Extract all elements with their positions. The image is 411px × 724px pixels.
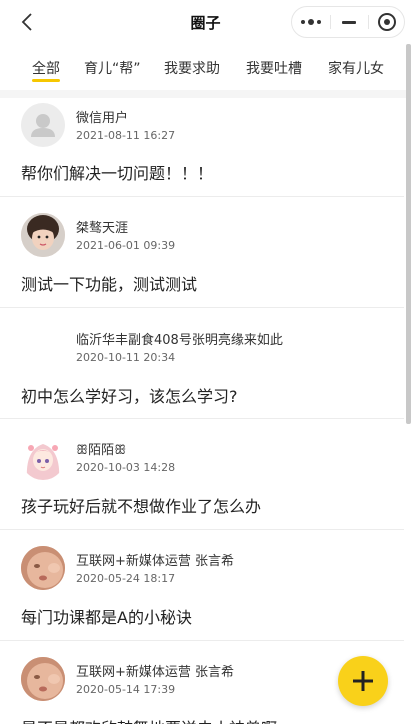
navigation-bar: 圈子 [0, 0, 411, 44]
post-username: 微信用户 [76, 111, 129, 126]
tab-ask-for-help[interactable]: 我要求助 [164, 58, 220, 78]
post-item[interactable]: 互联网+新媒体运营 张言希 2020-05-24 18:17 每门功课都是A的小… [0, 530, 404, 641]
tab-parenting-help[interactable]: 育儿“帮” [84, 58, 141, 78]
more-dots-icon [301, 19, 321, 25]
post-time: 2021-06-01 09:39 [76, 239, 176, 252]
post-username: 桀骜天涯 [76, 221, 129, 236]
minimize-icon [342, 20, 356, 24]
post-content: 测试一下功能，测试测试 [21, 275, 198, 294]
baby-face-avatar [21, 657, 65, 701]
post-content: 是不是都欢欣鼓舞地要送去小神兽啊 [21, 715, 277, 724]
post-content: 每门功课都是A的小秘诀 [21, 608, 192, 627]
post-content: 初中怎么学好习，该怎么学习? [21, 387, 238, 406]
anime-girl-avatar [21, 436, 65, 480]
post-item[interactable]: ꕥ陌陌ꕥ 2020-10-03 14:28 孩子玩好后就不想做作业了怎么办 [0, 419, 404, 530]
minimize-button[interactable] [330, 7, 368, 37]
post-time: 2020-05-14 17:39 [76, 683, 176, 696]
post-username: 互联网+新媒体运营 张言希 [76, 554, 235, 569]
post-item[interactable]: 临沂华丰副食408号张明亮缘来如此 2020-10-11 20:34 初中怎么学… [0, 308, 404, 419]
tab-label: 家有儿女 [328, 61, 384, 77]
tab-children[interactable]: 家有儿女 [328, 58, 384, 78]
close-target-icon [378, 13, 396, 31]
plus-icon [353, 671, 373, 691]
post-username: 临沂华丰副食408号张明亮缘来如此 [76, 333, 283, 348]
post-time: 2020-10-03 14:28 [76, 461, 176, 474]
tabs-divider [0, 90, 411, 98]
close-button[interactable] [368, 7, 406, 37]
tab-all[interactable]: 全部 [32, 58, 60, 82]
tab-complain[interactable]: 我要吐槽 [246, 58, 302, 78]
baby-face-avatar [21, 546, 65, 590]
tab-label: 全部 [32, 61, 60, 77]
post-content: 帮你们解决一切问题！！！ [21, 164, 214, 183]
scrollbar[interactable] [406, 44, 411, 424]
post-time: 2020-05-24 18:17 [76, 572, 176, 585]
mini-program-capsule [291, 6, 405, 38]
post-time: 2021-08-11 16:27 [76, 129, 176, 142]
post-item[interactable]: 微信用户 2021-08-11 16:27 帮你们解决一切问题！！！ [0, 98, 404, 197]
post-time: 2020-10-11 20:34 [76, 351, 176, 364]
tab-label: 我要吐槽 [246, 61, 302, 77]
post-username: ꕥ陌陌ꕥ [76, 443, 127, 458]
blank-avatar [21, 324, 65, 368]
tab-label: 我要求助 [164, 61, 220, 77]
add-post-button[interactable] [338, 656, 388, 706]
category-tabs: 全部 育儿“帮” 我要求助 我要吐槽 家有儿女 [0, 44, 411, 90]
post-item[interactable]: 桀骜天涯 2021-06-01 09:39 测试一下功能，测试测试 [0, 197, 404, 308]
active-tab-indicator [32, 79, 60, 82]
girl-photo-avatar [21, 213, 65, 257]
post-username: 互联网+新媒体运营 张言希 [76, 665, 235, 680]
tab-label: 育儿“帮” [84, 61, 141, 77]
default-avatar-icon [21, 103, 65, 147]
post-content: 孩子玩好后就不想做作业了怎么办 [21, 497, 262, 516]
more-options-button[interactable] [292, 7, 330, 37]
